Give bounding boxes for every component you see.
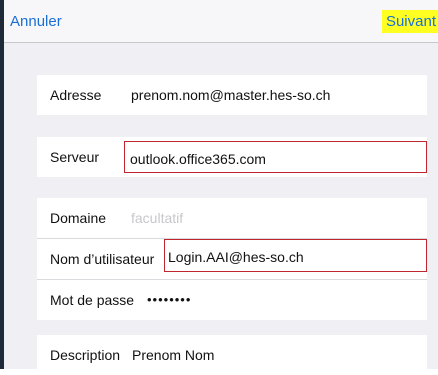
next-button[interactable]: Suivant [381, 10, 438, 33]
password-row[interactable]: Mot de passe •••••••• [37, 280, 427, 320]
cancel-button[interactable]: Annuler [10, 13, 62, 30]
window-edge [0, 0, 4, 369]
description-group: Description Prenom Nom [37, 335, 427, 375]
server-row[interactable]: Serveur outlook.office365.com [37, 137, 427, 177]
username-field[interactable]: Login.AAI@hes-so.ch [164, 239, 427, 272]
password-field[interactable]: •••••••• [147, 292, 191, 307]
domain-field[interactable]: facultatif [131, 210, 183, 226]
settings-screen: Annuler Suivant Adresse prenom.nom@maste… [0, 0, 438, 375]
description-row[interactable]: Description Prenom Nom [37, 335, 427, 375]
account-group: Domaine facultatif Nom d’utilisateur Log… [37, 198, 427, 320]
navigation-bar: Annuler Suivant [4, 0, 438, 43]
username-label: Nom d’utilisateur [50, 251, 155, 267]
address-label: Adresse [50, 87, 102, 103]
address-group: Adresse prenom.nom@master.hes-so.ch [37, 75, 427, 115]
address-field[interactable]: prenom.nom@master.hes-so.ch [131, 87, 330, 103]
username-value: Login.AAI@hes-so.ch [168, 249, 304, 265]
description-field[interactable]: Prenom Nom [132, 347, 214, 363]
address-row[interactable]: Adresse prenom.nom@master.hes-so.ch [37, 75, 427, 115]
password-label: Mot de passe [50, 292, 135, 308]
server-label: Serveur [50, 149, 100, 165]
domain-row[interactable]: Domaine facultatif [37, 198, 427, 239]
username-row[interactable]: Nom d’utilisateur Login.AAI@hes-so.ch [37, 239, 427, 280]
description-label: Description [50, 347, 121, 363]
server-value: outlook.office365.com [130, 151, 266, 167]
server-group: Serveur outlook.office365.com [37, 137, 427, 177]
server-field[interactable]: outlook.office365.com [124, 141, 427, 173]
domain-label: Domaine [50, 210, 107, 226]
